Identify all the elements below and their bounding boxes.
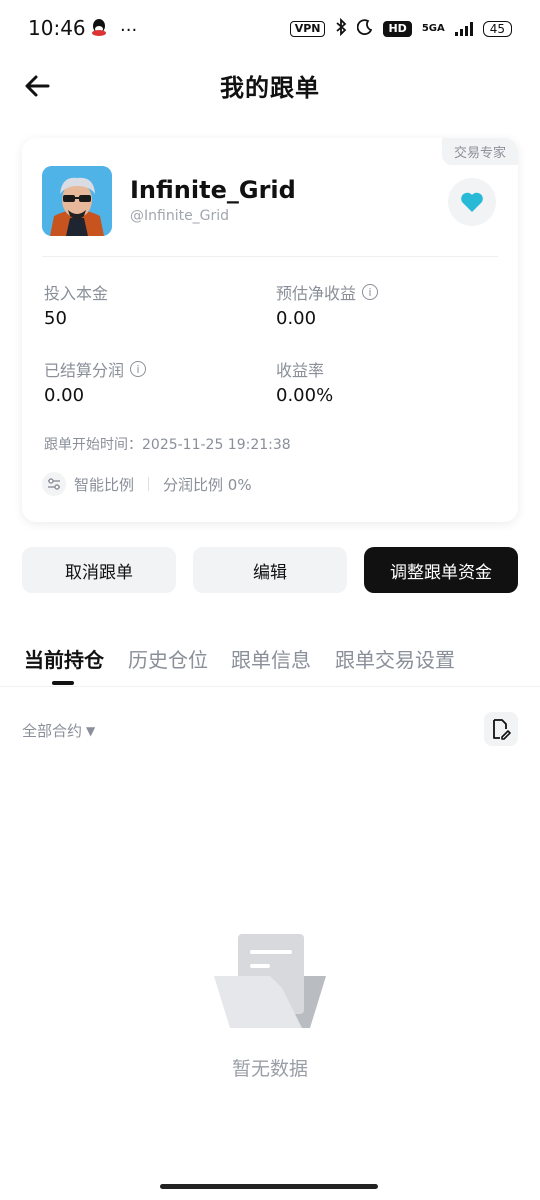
status-right-icons: VPN HD 5GA 45 <box>289 17 512 39</box>
trader-avatar[interactable] <box>42 166 112 236</box>
qq-icon <box>90 18 108 43</box>
signal-icon <box>454 21 473 36</box>
ratio-row: 智能比例 分润比例 0% <box>42 472 252 496</box>
stat-label: 预估净收益 <box>276 284 357 303</box>
dnd-moon-icon <box>357 19 373 38</box>
stat-label: 投入本金 <box>44 284 109 303</box>
tab-position-history[interactable]: 历史仓位 <box>128 644 208 673</box>
document-edit-button[interactable] <box>484 712 518 746</box>
ratio-mode: 智能比例 <box>74 475 135 494</box>
expert-badge: 交易专家 <box>441 138 518 165</box>
vpn-icon: VPN <box>289 20 326 37</box>
battery-icon: 45 <box>482 20 512 37</box>
info-icon[interactable]: i <box>362 284 379 300</box>
stat-value: 0.00% <box>276 385 334 406</box>
empty-state-text: 暂无数据 <box>231 1058 308 1080</box>
contract-filter-dropdown[interactable]: 全部合约 ▼ <box>22 720 95 741</box>
trader-name[interactable]: Infinite_Grid <box>130 176 296 204</box>
ratio-separator <box>148 477 150 491</box>
edit-button[interactable]: 编辑 <box>193 547 347 593</box>
tab-copy-info[interactable]: 跟单信息 <box>231 644 311 673</box>
stat-est-net-profit: 预估净收益 i 0.00 <box>276 280 379 329</box>
page-title: 我的跟单 <box>220 74 320 102</box>
card-divider <box>42 256 498 257</box>
tab-current-positions[interactable]: 当前持仓 <box>24 644 104 673</box>
stat-value: 0.00 <box>276 308 317 329</box>
sliders-icon <box>42 472 66 496</box>
heart-icon <box>461 192 483 212</box>
adjust-funds-button[interactable]: 调整跟单资金 <box>364 547 518 593</box>
status-left-icons: ··· <box>90 18 137 43</box>
copy-trade-card: 交易专家 Infinite_Grid @Infinite_Grid 投入本金 5… <box>22 138 518 522</box>
caret-down-icon: ▼ <box>86 723 96 738</box>
stat-settled-share: 已结算分润 i 0.00 <box>44 357 147 406</box>
stat-value: 50 <box>44 308 67 329</box>
profit-share-ratio: 分润比例 0% <box>163 475 252 494</box>
tab-trade-settings[interactable]: 跟单交易设置 <box>335 644 455 673</box>
favorite-button[interactable] <box>448 178 496 226</box>
empty-folder-illustration <box>212 932 328 1032</box>
bluetooth-icon <box>335 17 347 39</box>
filter-label: 全部合约 <box>22 722 83 740</box>
stat-principal: 投入本金 50 <box>44 280 108 329</box>
more-dots-icon: ··· <box>120 20 138 41</box>
info-icon[interactable]: i <box>130 361 147 377</box>
document-edit-icon <box>493 719 511 740</box>
stat-label: 收益率 <box>276 361 325 380</box>
active-tab-indicator <box>52 681 74 685</box>
stat-label: 已结算分润 <box>44 361 125 380</box>
cancel-copy-button[interactable]: 取消跟单 <box>22 547 176 593</box>
start-time: 跟单开始时间：2025-11-25 19:21:38 <box>44 437 291 453</box>
trader-handle: @Infinite_Grid <box>130 208 230 224</box>
home-indicator[interactable] <box>160 1184 378 1189</box>
network-type: 5GA <box>421 23 445 34</box>
stat-value: 0.00 <box>44 385 85 406</box>
stat-return-rate: 收益率 0.00% <box>276 357 333 406</box>
tabs-divider <box>0 686 540 687</box>
hd-icon: HD <box>383 20 412 37</box>
status-time: 10:46 <box>28 16 86 40</box>
